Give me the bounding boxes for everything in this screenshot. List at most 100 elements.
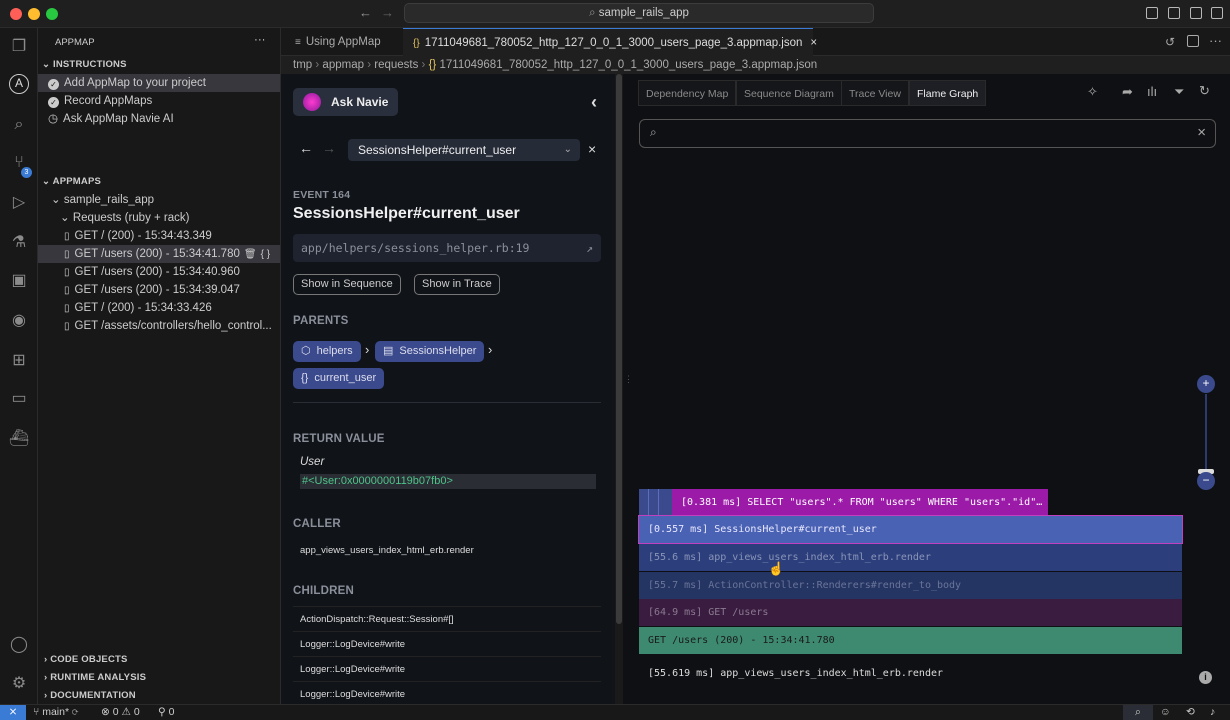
toggle-panel-icon[interactable] — [1168, 7, 1180, 19]
show-in-trace-button[interactable]: Show in Trace — [414, 274, 500, 295]
appmap-item[interactable]: ▯ GET /users (200) - 15:34:40.960 — [38, 263, 280, 281]
trash-icon[interactable]: 🗑 — [244, 249, 257, 260]
customize-layout-icon[interactable] — [1211, 7, 1223, 19]
tab-dependency-map[interactable]: Dependency Map — [638, 80, 737, 106]
scrollbar-thumb[interactable] — [616, 74, 622, 624]
command-center[interactable]: ⌕ sample_rails_app — [404, 3, 874, 23]
filter-icon[interactable]: ⏷ — [1174, 84, 1184, 100]
tab-trace-view[interactable]: Trace View — [841, 80, 909, 106]
flame-bar[interactable]: [55.7 ms] ActionController::Renderers#re… — [639, 572, 1182, 599]
braces-icon[interactable]: { } — [261, 249, 270, 260]
run-debug-icon[interactable]: ▷ — [8, 192, 30, 214]
appmap-item[interactable]: ▯ GET / (200) - 15:34:43.349 — [38, 227, 280, 245]
appmap-icon[interactable]: A — [9, 74, 29, 94]
toggle-secondary-sidebar-icon[interactable] — [1190, 7, 1202, 19]
tab-sequence-diagram[interactable]: Sequence Diagram — [736, 80, 842, 106]
flame-bar[interactable]: [64.9 ms] GET /users — [639, 599, 1182, 626]
close-tab-icon[interactable]: × — [810, 37, 817, 49]
copilot-icon[interactable]: ☺ — [1160, 705, 1171, 720]
close-icon[interactable]: × — [588, 141, 596, 157]
instruction-item[interactable]: ✓ Add AppMap to your project — [38, 74, 280, 92]
remote-icon[interactable]: ▭ — [8, 388, 30, 410]
parent-chip-function[interactable]: {} current_user — [293, 368, 385, 389]
live-share-icon[interactable]: ⟲ — [1186, 705, 1195, 720]
documentation-section[interactable]: › DOCUMENTATION — [44, 690, 136, 701]
instructions-section[interactable]: ⌄ INSTRUCTIONS — [42, 59, 127, 70]
forward-arrow-icon[interactable]: → — [322, 140, 336, 156]
appmap-item[interactable]: ▯ GET /assets/controllers/hello_control..… — [38, 317, 280, 335]
share-icon[interactable]: ➦ — [1122, 84, 1133, 100]
settings-gear-icon[interactable]: ⚙ — [8, 673, 30, 695]
appmap-item[interactable]: ▯ GET /users (200) - 15:34:41.780 🗑{ } — [38, 245, 280, 263]
editor-tabs: ≡ Using AppMap {} 1711049681_780052_http_1… — [281, 28, 1230, 56]
branch-indicator[interactable]: ⑂ main* ⟳ — [33, 705, 78, 720]
stats-icon[interactable]: ılı — [1147, 84, 1157, 99]
notifications-icon[interactable]: ♪ — [1210, 705, 1215, 720]
history-icon[interactable]: ↺ — [1165, 35, 1175, 49]
flame-bar[interactable]: [0.381 ms] SELECT "users".* FROM "users"… — [672, 489, 1048, 516]
appmap-item[interactable]: ▯ GET /users (200) - 15:34:39.047 — [38, 281, 280, 299]
refresh-icon[interactable]: ↻ — [1199, 83, 1210, 99]
extensions-icon[interactable]: ⊞ — [8, 350, 30, 372]
clear-search-icon[interactable]: × — [1197, 124, 1206, 141]
instruction-item[interactable]: ✓ Record AppMaps — [38, 92, 280, 110]
collapse-panel-icon[interactable]: ‹ — [591, 92, 597, 113]
more-actions-icon[interactable]: ··· — [1209, 33, 1222, 48]
parent-chip-class[interactable]: ▤ SessionsHelper — [375, 341, 485, 362]
caller-link[interactable]: app_views_users_index_html_erb.render — [300, 545, 474, 556]
account-icon[interactable]: ◯ — [8, 634, 30, 656]
search-icon[interactable]: ⌕ — [8, 114, 30, 136]
testing-icon[interactable]: ⚗ — [8, 232, 30, 254]
navie-compass-icon[interactable]: ✧ — [1087, 84, 1098, 100]
child-item[interactable]: ActionDispatch::Request::Session#[] — [293, 606, 601, 631]
appmaps-section[interactable]: ⌄ APPMAPS — [42, 176, 101, 187]
forward-arrow-icon[interactable]: → — [381, 5, 394, 20]
appmap-item[interactable]: ▯ GET / (200) - 15:34:33.426 — [38, 299, 280, 317]
split-editor-icon[interactable] — [1187, 35, 1199, 47]
minimize-window-button[interactable] — [28, 8, 40, 20]
flame-bar-selected[interactable]: [0.557 ms] SessionsHelper#current_user — [638, 515, 1183, 544]
tab-using-appmap[interactable]: ≡ Using AppMap — [285, 28, 391, 56]
flame-search-input[interactable]: ⌕ × — [639, 119, 1216, 148]
external-link-icon[interactable]: ↗ — [586, 234, 593, 262]
flame-bar-root[interactable]: GET /users (200) - 15:34:41.780 — [639, 627, 1182, 654]
back-arrow-icon[interactable]: ← — [299, 140, 313, 156]
instruction-item[interactable]: ◷ Ask AppMap Navie AI — [38, 110, 280, 128]
close-window-button[interactable] — [10, 8, 22, 20]
problems-indicator[interactable]: ⊗ 0 ⚠ 0 — [101, 705, 140, 720]
project-item[interactable]: ⌄ sample_rails_app — [51, 191, 154, 209]
zoom-indicator-icon[interactable]: ⌕ — [1123, 705, 1153, 720]
explorer-icon[interactable]: ❐ — [8, 36, 30, 58]
parent-chip-package[interactable]: ⬡ helpers — [293, 341, 361, 362]
child-item[interactable]: Logger::LogDevice#write — [293, 681, 601, 704]
return-value-label: RETURN VALUE — [293, 433, 385, 445]
ports-indicator[interactable]: ⚲ 0 — [158, 705, 174, 720]
child-item[interactable]: Logger::LogDevice#write — [293, 656, 601, 681]
remote-explorer-icon[interactable]: ▣ — [8, 270, 30, 292]
github-icon[interactable]: ◉ — [8, 310, 30, 332]
show-in-sequence-button[interactable]: Show in Sequence — [293, 274, 401, 295]
zoom-track[interactable] — [1205, 394, 1207, 470]
tab-appmap-json[interactable]: {} 1711049681_780052_http_127_0_0_1_3000_… — [403, 28, 817, 56]
runtime-analysis-section[interactable]: › RUNTIME ANALYSIS — [44, 672, 146, 683]
source-location[interactable]: app/helpers/sessions_helper.rb:19 ↗ — [293, 234, 601, 262]
flame-bar-small[interactable] — [639, 489, 672, 516]
back-arrow-icon[interactable]: ← — [359, 5, 372, 20]
more-actions-icon[interactable]: ··· — [254, 34, 266, 46]
function-select[interactable]: SessionsHelper#current_user ⌄ — [348, 139, 580, 161]
docker-icon[interactable]: ⛴ — [8, 428, 30, 450]
zoom-out-button[interactable]: − — [1197, 472, 1215, 490]
flame-bar[interactable]: [55.6 ms] app_views_users_index_html_erb… — [639, 544, 1182, 571]
requests-group[interactable]: ⌄ Requests (ruby + rack) — [60, 209, 189, 227]
chevron-right-icon: › — [488, 342, 493, 357]
maximize-window-button[interactable] — [46, 8, 58, 20]
resize-handle[interactable]: ⋮ — [623, 74, 633, 704]
zoom-in-button[interactable]: + — [1197, 375, 1215, 393]
tab-flame-graph[interactable]: Flame Graph — [909, 80, 987, 106]
code-objects-section[interactable]: › CODE OBJECTS — [44, 654, 128, 665]
ask-navie-button[interactable]: Ask Navie — [293, 88, 398, 116]
toggle-sidebar-icon[interactable] — [1146, 7, 1158, 19]
remote-indicator-icon[interactable]: ⨯ — [0, 705, 26, 720]
info-icon[interactable]: i — [1199, 671, 1212, 684]
child-item[interactable]: Logger::LogDevice#write — [293, 631, 601, 656]
